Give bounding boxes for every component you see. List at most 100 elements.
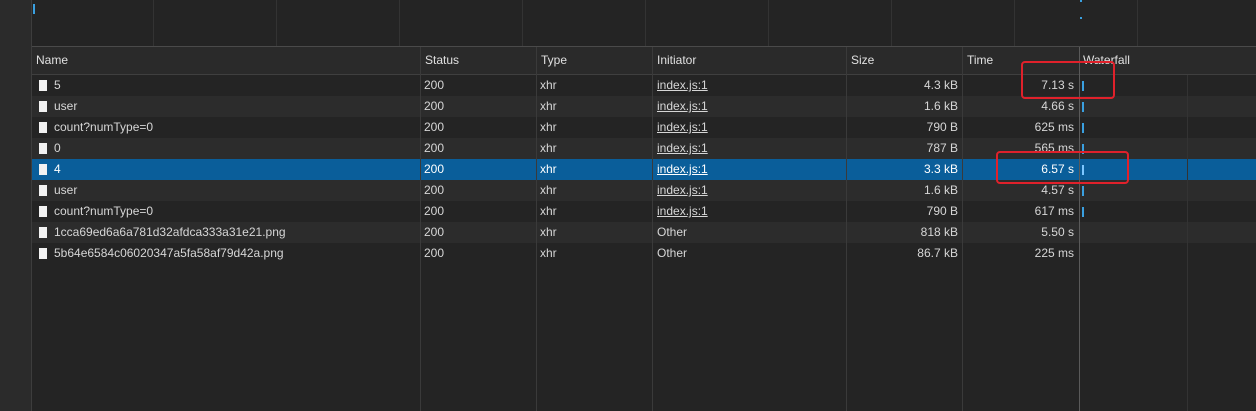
file-icon bbox=[39, 80, 47, 91]
header-status[interactable]: Status bbox=[421, 47, 459, 74]
request-type: xhr bbox=[540, 120, 557, 134]
left-gutter bbox=[0, 0, 32, 411]
overview-dot bbox=[1080, 0, 1082, 2]
column-divider[interactable] bbox=[962, 47, 963, 411]
request-time: 625 ms bbox=[1034, 120, 1074, 134]
table-row[interactable]: count?numType=0 200 xhr index.js:1 790 B 625 … bbox=[32, 117, 1256, 138]
header-time[interactable]: Time bbox=[963, 47, 993, 74]
overview-gridline bbox=[522, 0, 523, 46]
table-row[interactable]: 5b64e6584c06020347a5fa58af79d42a.png 200 x… bbox=[32, 243, 1256, 264]
request-size: 790 B bbox=[926, 204, 958, 218]
request-type: xhr bbox=[540, 225, 557, 239]
column-divider[interactable] bbox=[536, 47, 537, 411]
request-time: 617 ms bbox=[1034, 204, 1074, 218]
request-size: 1.6 kB bbox=[923, 183, 958, 197]
request-name: count?numType=0 bbox=[39, 117, 419, 138]
request-size: 1.6 kB bbox=[923, 99, 958, 113]
request-initiator[interactable]: index.js:1 bbox=[657, 75, 837, 96]
table-row[interactable]: user 200 xhr index.js:1 1.6 kB 4.66 s bbox=[32, 96, 1256, 117]
request-size: 790 B bbox=[926, 120, 958, 134]
request-status: 200 bbox=[424, 162, 445, 176]
header-type[interactable]: Type bbox=[537, 47, 567, 74]
request-name: 5b64e6584c06020347a5fa58af79d42a.png bbox=[39, 243, 419, 264]
request-name-label: count?numType=0 bbox=[54, 120, 154, 134]
request-name-label: user bbox=[54, 183, 78, 197]
overview-gridline bbox=[153, 0, 154, 46]
request-time: 225 ms bbox=[1034, 246, 1074, 260]
timeline-overview[interactable] bbox=[32, 0, 1256, 47]
request-name-label: 4 bbox=[54, 162, 61, 176]
file-icon bbox=[39, 164, 47, 175]
waterfall-bar[interactable] bbox=[1082, 186, 1084, 196]
file-icon bbox=[39, 206, 47, 217]
request-status: 200 bbox=[424, 183, 445, 197]
request-name-label: count?numType=0 bbox=[54, 204, 154, 218]
file-icon bbox=[39, 101, 47, 112]
request-type: xhr bbox=[540, 78, 557, 92]
request-table: Name Status Type Initiator Size Time Wat… bbox=[32, 47, 1256, 411]
request-status: 200 bbox=[424, 120, 445, 134]
request-status: 200 bbox=[424, 246, 445, 260]
file-icon bbox=[39, 185, 47, 196]
overview-gridline bbox=[891, 0, 892, 46]
overview-marker bbox=[33, 4, 35, 14]
column-divider[interactable] bbox=[420, 47, 421, 411]
request-status: 200 bbox=[424, 141, 445, 155]
request-time: 4.66 s bbox=[1041, 99, 1074, 113]
request-name-label: 5 bbox=[54, 78, 61, 92]
table-row[interactable]: count?numType=0 200 xhr index.js:1 790 B 617 … bbox=[32, 201, 1256, 222]
waterfall-bar[interactable] bbox=[1082, 207, 1084, 217]
column-divider[interactable] bbox=[652, 47, 653, 411]
request-time: 5.50 s bbox=[1041, 225, 1074, 239]
request-name-label: 5b64e6584c06020347a5fa58af79d42a.png bbox=[54, 246, 284, 260]
request-initiator[interactable]: index.js:1 bbox=[657, 180, 837, 201]
column-divider[interactable] bbox=[846, 47, 847, 411]
request-name-label: 1cca69ed6a6a781d32afdca333a31e21.png bbox=[54, 225, 286, 239]
request-name-label: user bbox=[54, 99, 78, 113]
file-icon bbox=[39, 248, 47, 259]
network-panel: Name Status Type Initiator Size Time Wat… bbox=[0, 0, 1256, 411]
request-name: user bbox=[39, 96, 419, 117]
request-type: xhr bbox=[540, 183, 557, 197]
request-size: 787 B bbox=[926, 141, 958, 155]
table-row[interactable]: 1cca69ed6a6a781d32afdca333a31e21.png 200 x… bbox=[32, 222, 1256, 243]
request-initiator[interactable]: index.js:1 bbox=[657, 117, 837, 138]
request-name: 1cca69ed6a6a781d32afdca333a31e21.png bbox=[39, 222, 419, 243]
request-type: xhr bbox=[540, 204, 557, 218]
waterfall-bar[interactable] bbox=[1082, 102, 1084, 112]
request-status: 200 bbox=[424, 99, 445, 113]
request-name: 4 bbox=[39, 159, 419, 180]
waterfall-bar[interactable] bbox=[1082, 123, 1084, 133]
request-name: 0 bbox=[39, 138, 419, 159]
request-status: 200 bbox=[424, 225, 445, 239]
overview-gridline bbox=[1014, 0, 1015, 46]
overview-gridline bbox=[645, 0, 646, 46]
overview-gridline bbox=[399, 0, 400, 46]
request-name-label: 0 bbox=[54, 141, 61, 155]
header-size[interactable]: Size bbox=[847, 47, 874, 74]
request-name: user bbox=[39, 180, 419, 201]
file-icon bbox=[39, 122, 47, 133]
overview-gridline bbox=[276, 0, 277, 46]
request-initiator[interactable]: index.js:1 bbox=[657, 201, 837, 222]
file-icon bbox=[39, 227, 47, 238]
request-size: 3.3 kB bbox=[923, 162, 958, 176]
request-size: 86.7 kB bbox=[917, 246, 958, 260]
request-name: 5 bbox=[39, 75, 419, 96]
annotation-box bbox=[1021, 61, 1115, 99]
request-type: xhr bbox=[540, 246, 557, 260]
request-initiator: Other bbox=[657, 225, 688, 239]
header-name[interactable]: Name bbox=[32, 47, 68, 74]
request-initiator[interactable]: index.js:1 bbox=[657, 138, 837, 159]
request-initiator[interactable]: index.js:1 bbox=[657, 159, 837, 180]
request-initiator[interactable]: index.js:1 bbox=[657, 96, 837, 117]
waterfall-gridline bbox=[1187, 75, 1188, 411]
request-name: count?numType=0 bbox=[39, 201, 419, 222]
header-initiator[interactable]: Initiator bbox=[653, 47, 696, 74]
file-icon bbox=[39, 143, 47, 154]
request-status: 200 bbox=[424, 204, 445, 218]
overview-dot bbox=[1080, 17, 1082, 19]
annotation-box bbox=[996, 151, 1129, 184]
request-size: 4.3 kB bbox=[923, 78, 958, 92]
request-type: xhr bbox=[540, 141, 557, 155]
